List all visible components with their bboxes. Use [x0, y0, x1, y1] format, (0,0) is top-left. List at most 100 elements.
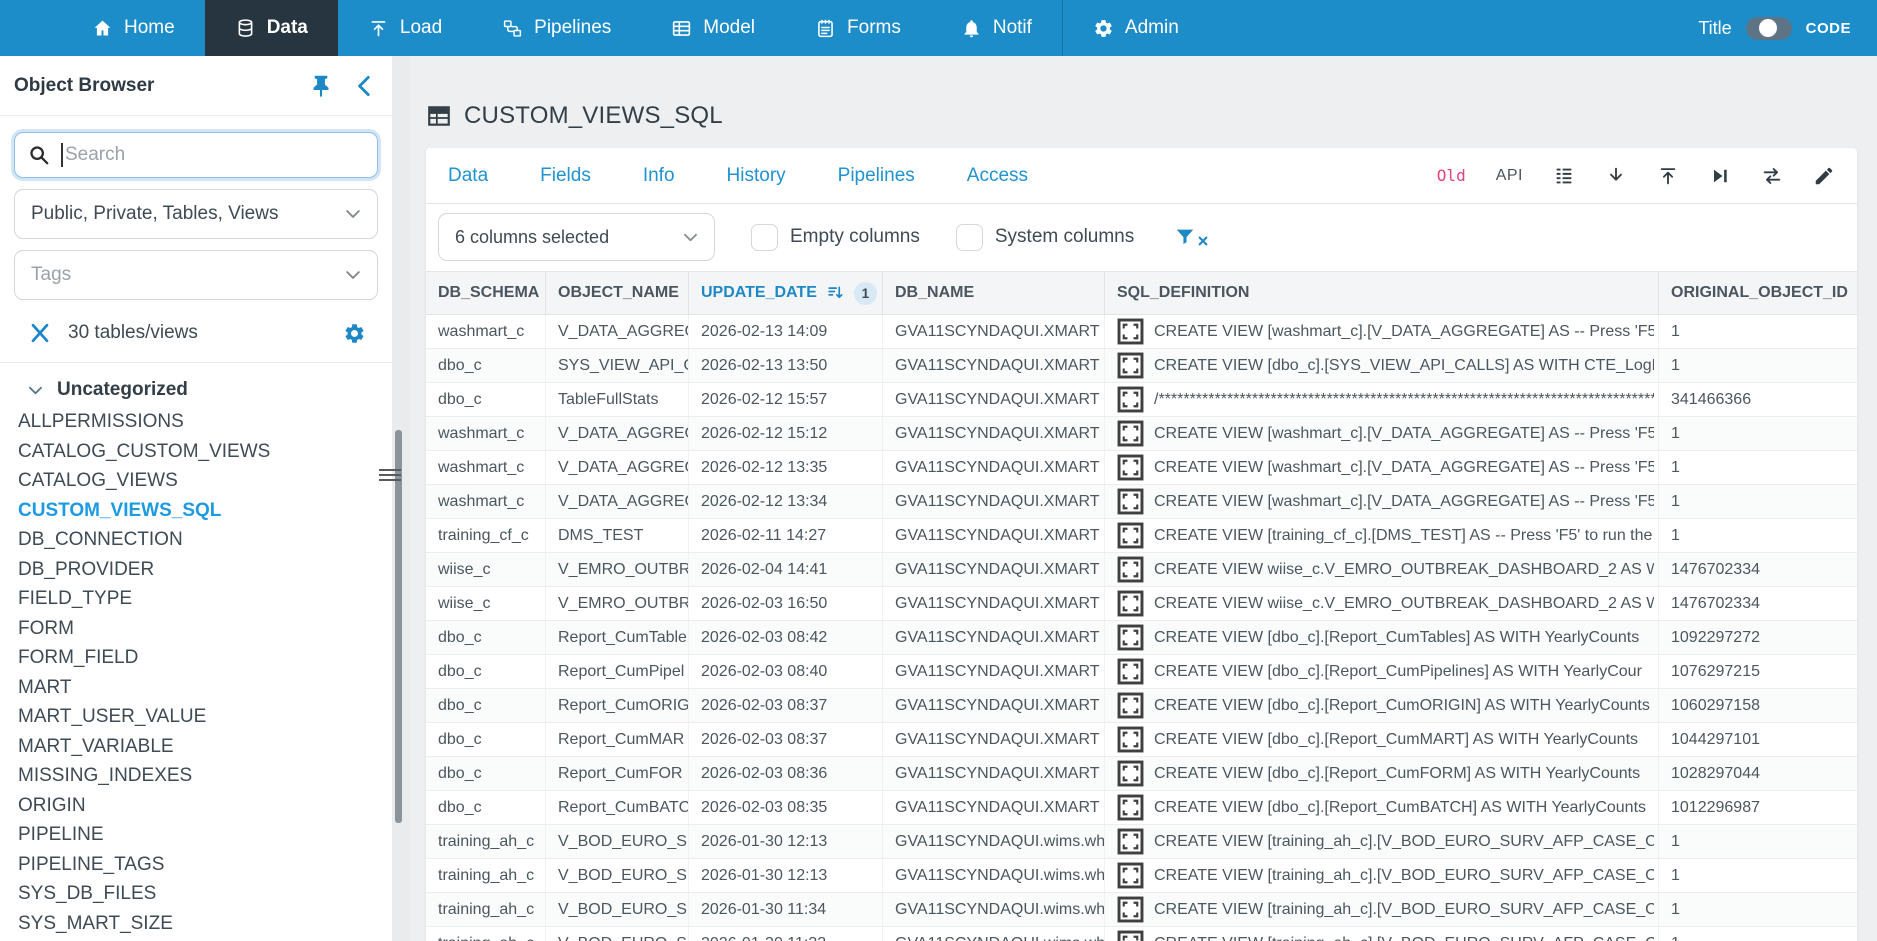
column-header-sql[interactable]: SQL_DEFINITION [1105, 272, 1659, 314]
gear-icon[interactable] [343, 322, 366, 345]
panel-splitter[interactable] [392, 56, 410, 941]
cell-update-date: 2026-02-04 14:41 [689, 553, 883, 586]
expand-sql-icon[interactable] [1117, 692, 1144, 719]
sidebar-item-missing_indexes[interactable]: MISSING_INDEXES [18, 761, 392, 791]
cell-db-name: GVA11SCYNDAQUI.XMART [883, 315, 1105, 348]
clear-filter-icon[interactable] [28, 321, 52, 345]
expand-sql-icon[interactable] [1117, 590, 1144, 617]
cell-update-date: 2026-02-03 16:50 [689, 587, 883, 620]
tab-access[interactable]: Access [967, 165, 1028, 187]
sidebar-item-origin[interactable]: ORIGIN [18, 791, 392, 821]
cell-update-date: 2026-02-12 15:57 [689, 383, 883, 416]
expand-sql-icon[interactable] [1117, 760, 1144, 787]
cell-db-schema: washmart_c [426, 417, 546, 450]
column-header-schema[interactable]: DB_SCHEMA [426, 272, 546, 314]
empty-columns-toggle[interactable]: Empty columns [751, 224, 920, 251]
sidebar-item-mart_user_value[interactable]: MART_USER_VALUE [18, 702, 392, 732]
expand-sql-icon[interactable] [1117, 726, 1144, 753]
sql-definition-text: CREATE VIEW [training_ah_c].[V_BOD_EURO_… [1154, 935, 1654, 941]
sidebar-item-sys_db_files[interactable]: SYS_DB_FILES [18, 879, 392, 909]
expand-sql-icon[interactable] [1117, 624, 1144, 651]
sidebar-item-pipeline_tags[interactable]: PIPELINE_TAGS [18, 850, 392, 880]
expand-sql-icon[interactable] [1117, 352, 1144, 379]
expand-sql-icon[interactable] [1117, 488, 1144, 515]
sidebar-item-pipeline[interactable]: PIPELINE [18, 820, 392, 850]
system-columns-toggle[interactable]: System columns [956, 224, 1134, 251]
sql-definition-text: CREATE VIEW [dbo_c].[Report_CumMART] AS … [1154, 731, 1638, 749]
cell-object-name: Report_CumMAR [546, 723, 689, 756]
tab-history[interactable]: History [727, 165, 786, 187]
api-button[interactable]: API [1496, 167, 1523, 185]
nav-item-data[interactable]: Data [205, 0, 338, 56]
visibility-filter-select[interactable]: Public, Private, Tables, Views [14, 189, 378, 239]
expand-sql-icon[interactable] [1117, 386, 1144, 413]
sidebar-item-db_connection[interactable]: DB_CONNECTION [18, 525, 392, 555]
sidebar-item-custom_views_sql[interactable]: CUSTOM_VIEWS_SQL [18, 496, 392, 526]
column-header-object[interactable]: OBJECT_NAME [546, 272, 689, 314]
sidebar-item-field_type[interactable]: FIELD_TYPE [18, 584, 392, 614]
sidebar-scrollbar-thumb[interactable] [395, 430, 402, 823]
expand-sql-icon[interactable] [1117, 556, 1144, 583]
title-code-toggle[interactable] [1746, 17, 1792, 40]
chevron-left-icon[interactable] [352, 73, 378, 99]
system-columns-checkbox[interactable] [956, 224, 983, 251]
tab-info[interactable]: Info [643, 165, 675, 187]
expand-sql-icon[interactable] [1117, 658, 1144, 685]
sidebar-item-mart_variable[interactable]: MART_VARIABLE [18, 732, 392, 762]
skip-end-icon[interactable] [1709, 165, 1731, 187]
expand-sql-icon[interactable] [1117, 828, 1144, 855]
cell-db-schema: washmart_c [426, 451, 546, 484]
sidebar-item-form_field[interactable]: FORM_FIELD [18, 643, 392, 673]
tags-select[interactable]: Tags [14, 250, 378, 300]
empty-columns-checkbox[interactable] [751, 224, 778, 251]
expand-sql-icon[interactable] [1117, 794, 1144, 821]
table-view-icon[interactable] [1553, 165, 1575, 187]
expand-sql-icon[interactable] [1117, 454, 1144, 481]
sidebar-item-mart[interactable]: MART [18, 673, 392, 703]
tab-fields[interactable]: Fields [540, 165, 591, 187]
old-button[interactable]: Old [1437, 166, 1466, 185]
sidebar-item-catalog_custom_views[interactable]: CATALOG_CUSTOM_VIEWS [18, 437, 392, 467]
columns-select[interactable]: 6 columns selected [438, 213, 715, 261]
nav-item-admin[interactable]: Admin [1062, 0, 1209, 56]
sidebar-item-form[interactable]: FORM [18, 614, 392, 644]
sql-definition-text: CREATE VIEW [washmart_c].[V_DATA_AGGREGA… [1154, 425, 1654, 443]
group-uncategorized[interactable]: Uncategorized [0, 363, 392, 407]
cell-db-schema: training_ah_c [426, 859, 546, 892]
download-icon[interactable] [1605, 165, 1627, 187]
column-header-date[interactable]: UPDATE_DATE1 [689, 272, 883, 314]
nav-item-forms[interactable]: Forms [785, 0, 931, 56]
column-header-db[interactable]: DB_NAME [883, 272, 1105, 314]
expand-sql-icon[interactable] [1117, 522, 1144, 549]
columns-select-value: 6 columns selected [455, 227, 681, 248]
tab-data[interactable]: Data [448, 165, 488, 187]
nav-item-notif[interactable]: Notif [931, 0, 1062, 56]
nav-item-home[interactable]: Home [62, 0, 205, 56]
expand-sql-icon[interactable] [1117, 318, 1144, 345]
expand-sql-icon[interactable] [1117, 930, 1144, 941]
nav-item-pipelines[interactable]: Pipelines [472, 0, 641, 56]
sidebar-item-allpermissions[interactable]: ALLPERMISSIONS [18, 407, 392, 437]
expand-sql-icon[interactable] [1117, 420, 1144, 447]
column-header-id[interactable]: ORIGINAL_OBJECT_ID [1659, 272, 1857, 314]
sidebar-item-db_provider[interactable]: DB_PROVIDER [18, 555, 392, 585]
tab-pipelines[interactable]: Pipelines [838, 165, 915, 187]
filter-row: 6 columns selected Empty columns System … [426, 204, 1857, 270]
expand-sql-icon[interactable] [1117, 862, 1144, 889]
nav-item-load[interactable]: Load [338, 0, 472, 56]
transfer-icon[interactable] [1761, 165, 1783, 187]
nav-item-label: Home [124, 17, 175, 39]
sort-order-badge: 1 [854, 282, 877, 305]
sidebar-item-catalog_views[interactable]: CATALOG_VIEWS [18, 466, 392, 496]
title-toggle-label: Title [1698, 18, 1731, 39]
sidebar-item-sys_mart_size[interactable]: SYS_MART_SIZE [18, 909, 392, 939]
clear-column-filter-button[interactable] [1174, 226, 1208, 248]
expand-sql-icon[interactable] [1117, 896, 1144, 923]
search-input[interactable] [14, 132, 378, 178]
nav-item-model[interactable]: Model [641, 0, 785, 56]
upload-top-icon[interactable] [1657, 165, 1679, 187]
pin-icon[interactable] [308, 73, 334, 99]
table-row: wiise_cV_EMRO_OUTBR2026-02-03 16:50GVA11… [426, 587, 1857, 621]
splitter-grip-icon[interactable] [379, 464, 401, 486]
edit-icon[interactable] [1813, 165, 1835, 187]
